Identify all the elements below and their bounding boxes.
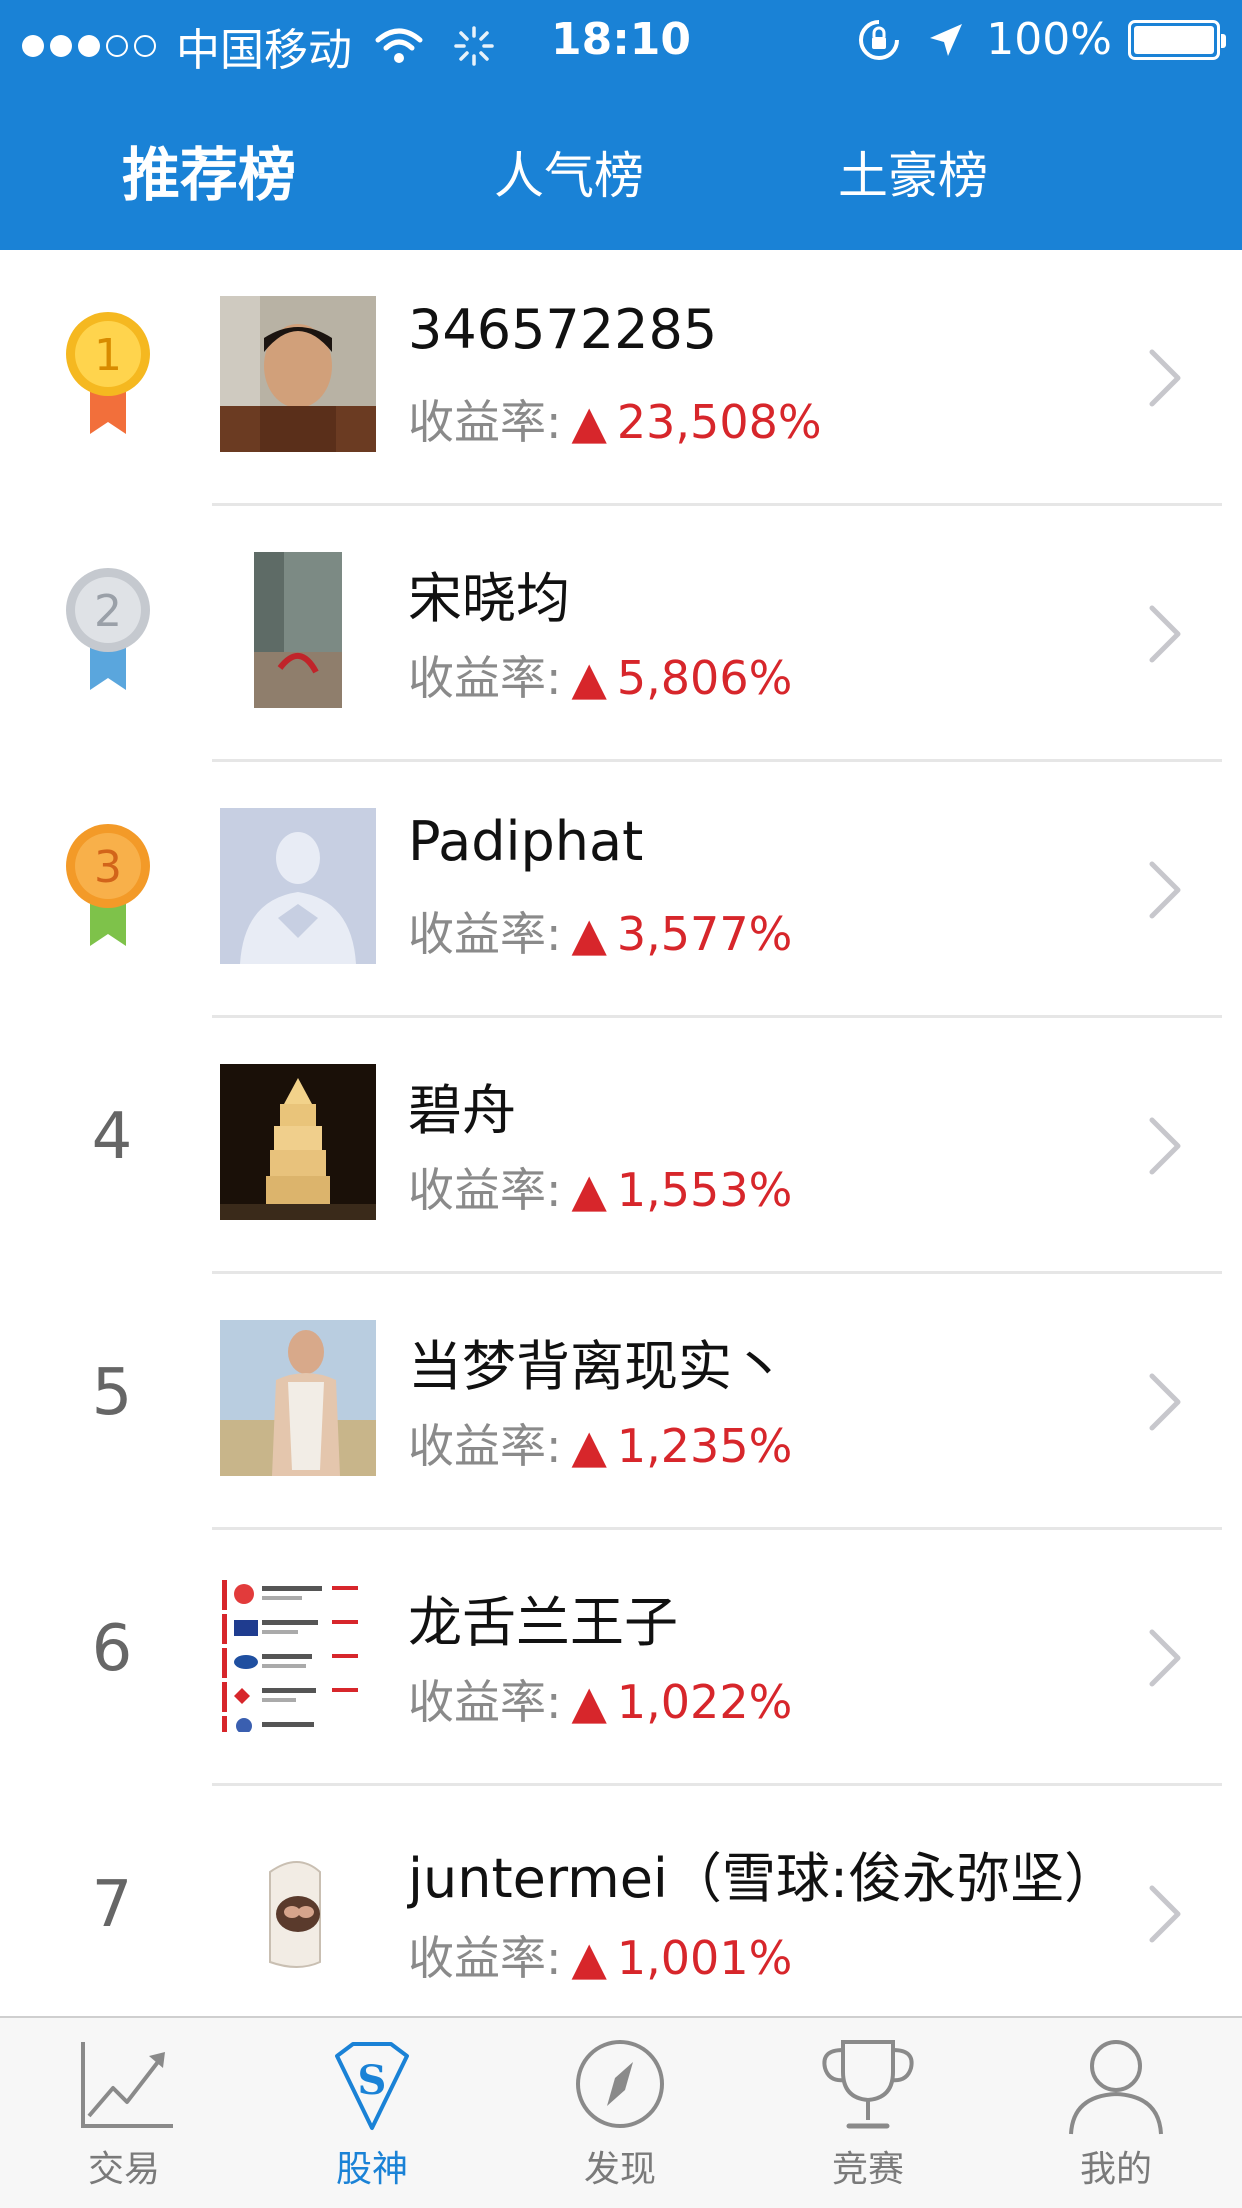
rank-number: 4 — [91, 1100, 133, 1174]
up-triangle-icon: ▲ — [571, 1163, 607, 1217]
chevron-right-icon — [1149, 605, 1181, 663]
yield-rate: 收益率: ▲ 1,235% — [408, 1410, 792, 1476]
svg-text:1: 1 — [94, 330, 122, 381]
chevron-right-icon — [1149, 1885, 1181, 1943]
chevron-right-icon — [1149, 1117, 1181, 1175]
yield-rate: 收益率: ▲ 1,553% — [408, 1154, 792, 1220]
yield-rate: 收益率: ▲ 1,001% — [408, 1922, 792, 1988]
up-triangle-icon: ▲ — [571, 651, 607, 705]
yield-rate: 收益率: ▲ 3,577% — [408, 898, 792, 964]
yield-value: 1,001% — [616, 1931, 793, 1985]
default-avatar-icon — [220, 808, 376, 964]
yield-label: 收益率: — [408, 1419, 562, 1473]
tab-label: 发现 — [583, 2149, 656, 2190]
user-avatar — [220, 1320, 376, 1476]
gold-medal-icon: 1 — [66, 312, 150, 434]
yield-value: 1,553% — [616, 1163, 793, 1217]
rank-number: 7 — [91, 1868, 133, 1942]
user-name: 碧舟 — [408, 1079, 516, 1142]
user-name: juntermei（雪球:俊永弥坚） — [408, 1847, 1119, 1910]
yield-rate: 收益率: ▲ 5,806% — [408, 642, 792, 708]
ranking-row-6[interactable]: 6 龙舌兰王子 收益率: ▲ 1,022% — [0, 1530, 1242, 1786]
user-avatar — [220, 1064, 376, 1220]
chart-trend-icon — [81, 2042, 173, 2128]
yield-label: 收益率: — [408, 395, 562, 449]
tab-label: 交易 — [87, 2149, 160, 2190]
chevron-right-icon — [1149, 1373, 1181, 1431]
yield-value: 1,235% — [616, 1419, 793, 1473]
tab-label: 竞赛 — [831, 2149, 904, 2190]
yield-label: 收益率: — [408, 1163, 562, 1217]
up-triangle-icon: ▲ — [571, 395, 607, 449]
yield-value: 23,508% — [616, 395, 822, 449]
compass-icon — [576, 2040, 664, 2128]
up-triangle-icon: ▲ — [571, 1675, 607, 1729]
user-avatar — [220, 552, 376, 708]
bronze-medal-icon: 3 — [66, 824, 150, 946]
tab-popular[interactable]: 人气榜 — [494, 136, 644, 208]
superman-s-icon: S — [335, 2042, 409, 2130]
ranking-row-3[interactable]: 3 Padiphat 收益率: ▲ 3,577% — [0, 762, 1242, 1018]
tab-recommended[interactable]: 推荐榜 — [122, 128, 296, 212]
chevron-right-icon — [1149, 349, 1181, 407]
trophy-icon — [822, 2040, 914, 2129]
yield-label: 收益率: — [408, 1931, 562, 1985]
chevron-right-icon — [1149, 861, 1181, 919]
yield-rate: 收益率: ▲ 1,022% — [408, 1666, 792, 1732]
svg-text:2: 2 — [94, 586, 122, 637]
battery-percent: 100% — [986, 14, 1112, 65]
user-name: 龙舌兰王子 — [408, 1591, 678, 1654]
yield-rate: 收益率: ▲ 23,508% — [408, 386, 822, 452]
silver-medal-icon: 2 — [66, 568, 150, 690]
ranking-tabs: 推荐榜 人气榜 土豪榜 — [0, 100, 1242, 230]
yield-value: 1,022% — [616, 1675, 793, 1729]
battery-icon — [1128, 19, 1226, 60]
up-triangle-icon: ▲ — [571, 1931, 607, 1985]
user-avatar — [220, 1576, 376, 1732]
tab-wealthy[interactable]: 土豪榜 — [838, 136, 988, 208]
chevron-right-icon — [1149, 1629, 1181, 1687]
rotation-lock-icon — [859, 19, 900, 60]
ranking-row-1[interactable]: 1 346572285 收益率: ▲ 23,508% — [0, 250, 1242, 506]
user-icon — [1069, 2040, 1163, 2135]
tab-me[interactable]: 我的 — [1016, 2036, 1216, 2192]
bottom-tab-bar: 交易 S 股神 发现 竞赛 我的 — [0, 2016, 1242, 2208]
ranking-row-7[interactable]: 7 juntermei（雪球:俊永弥坚） 收益率: ▲ 1,001% — [0, 1786, 1242, 2042]
user-avatar — [220, 296, 376, 452]
user-avatar — [220, 1832, 376, 1988]
rank-number: 6 — [91, 1612, 133, 1686]
ranking-row-4[interactable]: 4 碧舟 收益率: ▲ 1,553% — [0, 1018, 1242, 1274]
yield-value: 5,806% — [616, 651, 793, 705]
svg-text:S: S — [358, 2057, 387, 2104]
status-bar: 中国移动 18:10 100% — [0, 0, 1242, 84]
tab-stock-god[interactable]: S 股神 — [272, 2036, 472, 2192]
user-name: 346572285 — [408, 298, 718, 361]
rank-number: 5 — [91, 1356, 133, 1430]
up-triangle-icon: ▲ — [571, 1419, 607, 1473]
ranking-row-5[interactable]: 5 当梦背离现实丶 收益率: ▲ 1,235% — [0, 1274, 1242, 1530]
user-name: 当梦背离现实丶 — [408, 1335, 786, 1398]
yield-label: 收益率: — [408, 907, 562, 961]
tab-label: 股神 — [335, 2149, 408, 2190]
yield-label: 收益率: — [408, 1675, 562, 1729]
yield-value: 3,577% — [616, 907, 793, 961]
user-name: 宋晓均 — [408, 567, 570, 630]
user-name: Padiphat — [408, 810, 644, 873]
yield-label: 收益率: — [408, 651, 562, 705]
svg-text:3: 3 — [94, 842, 122, 893]
tab-contest[interactable]: 竞赛 — [768, 2036, 968, 2192]
location-arrow-icon — [930, 23, 963, 56]
tab-label: 我的 — [1079, 2149, 1152, 2190]
header: 中国移动 18:10 100% 推荐榜 人气榜 土豪榜 — [0, 0, 1242, 250]
tab-discover[interactable]: 发现 — [520, 2036, 720, 2192]
ranking-row-2[interactable]: 2 宋晓均 收益率: ▲ 5,806% — [0, 506, 1242, 762]
up-triangle-icon: ▲ — [571, 907, 607, 961]
tab-trade[interactable]: 交易 — [24, 2036, 224, 2192]
